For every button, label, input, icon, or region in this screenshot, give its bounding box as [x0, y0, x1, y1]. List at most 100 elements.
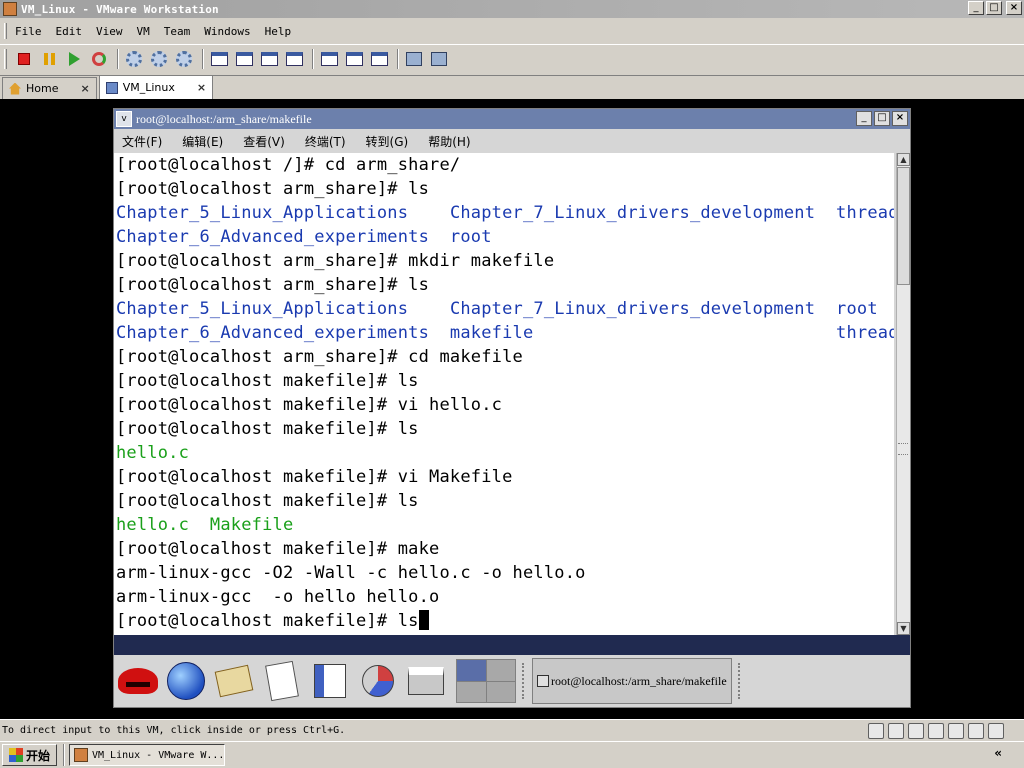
- terminal-line: [root@localhost arm_share]# mkdir makefi…: [116, 249, 892, 273]
- hard-disk-icon[interactable]: [868, 723, 884, 739]
- presentation-launcher[interactable]: [356, 659, 400, 703]
- spacing: [815, 299, 836, 319]
- panel-grip[interactable]: [522, 663, 526, 699]
- unity-button[interactable]: [283, 48, 305, 70]
- menu-help[interactable]: Help: [265, 25, 292, 38]
- vm-icon: [105, 81, 118, 94]
- team-power-button[interactable]: [403, 48, 425, 70]
- summary-view-button[interactable]: [343, 48, 365, 70]
- snapshot-icon: [126, 50, 142, 67]
- reset-button[interactable]: [88, 48, 110, 70]
- workspace-2[interactable]: [486, 660, 515, 681]
- snapshot-manager-button[interactable]: [173, 48, 195, 70]
- terminal-titlebar[interactable]: v root@localhost:/arm_share/makefile _ □…: [114, 109, 910, 129]
- cd-rom-icon[interactable]: [888, 723, 904, 739]
- message-log-icon[interactable]: [988, 723, 1004, 739]
- menu-edit[interactable]: Edit: [56, 25, 83, 38]
- revert-button[interactable]: [148, 48, 170, 70]
- host-task-label: VM_Linux - VMware W...: [91, 749, 225, 761]
- host-task-button[interactable]: VM_Linux - VMware W...: [69, 744, 226, 766]
- tab-close-button[interactable]: ×: [197, 81, 206, 94]
- snapshot-button[interactable]: [123, 48, 145, 70]
- start-label: 开始: [26, 748, 51, 763]
- terminal-text: [root@localhost makefile]# ls: [116, 419, 419, 439]
- terminal-line: Chapter_5_Linux_Applications Chapter_7_L…: [116, 297, 892, 321]
- print-manager-launcher[interactable]: [404, 659, 448, 703]
- console-view-button[interactable]: [318, 48, 340, 70]
- console-icon: [320, 51, 338, 66]
- host-taskbar: 开始 VM_Linux - VMware W... «: [0, 741, 1024, 768]
- tab-close-button[interactable]: ×: [80, 82, 89, 95]
- terminal-line: [root@localhost arm_share]# ls: [116, 177, 892, 201]
- summary-icon: [345, 51, 363, 66]
- tab-home[interactable]: Home ×: [2, 77, 97, 99]
- play-icon: [68, 51, 80, 66]
- guest-task-button[interactable]: root@localhost:/arm_share/makefile: [532, 658, 732, 704]
- sound-icon[interactable]: [968, 723, 984, 739]
- workspace-3[interactable]: [457, 681, 486, 702]
- appliance-view-button[interactable]: [368, 48, 390, 70]
- writer-launcher[interactable]: [260, 659, 304, 703]
- scroll-down-button[interactable]: ▼: [897, 622, 910, 635]
- directory-entry: Chapter_5_Linux_Applications: [116, 299, 409, 319]
- window-menu-icon[interactable]: v: [116, 111, 132, 127]
- terminal-text: [root@localhost /]# cd arm_share/: [116, 155, 461, 175]
- terminal-menu-view[interactable]: 查看(V): [243, 133, 285, 150]
- floppy-icon[interactable]: [908, 723, 924, 739]
- network-icon[interactable]: [928, 723, 944, 739]
- web-browser-launcher[interactable]: [164, 659, 208, 703]
- terminal-scrollbar[interactable]: ▲ ▼: [896, 153, 910, 635]
- email-launcher[interactable]: [212, 659, 256, 703]
- power-off-button[interactable]: [13, 48, 35, 70]
- terminal-line: Chapter_5_Linux_Applications Chapter_7_L…: [116, 201, 894, 225]
- terminal-maximize-button[interactable]: □: [874, 111, 890, 126]
- menu-vm[interactable]: VM: [137, 25, 150, 38]
- start-button[interactable]: 开始: [2, 744, 58, 766]
- show-sidebar-button[interactable]: [208, 48, 230, 70]
- scroll-thumb[interactable]: [897, 167, 910, 285]
- close-button[interactable]: ×: [1006, 1, 1022, 15]
- sidebar-icon: [210, 51, 228, 66]
- scroll-up-button[interactable]: ▲: [897, 153, 910, 166]
- terminal-menu-edit[interactable]: 编辑(E): [182, 133, 223, 150]
- menu-view[interactable]: View: [96, 25, 123, 38]
- file-entry: hello.c: [116, 443, 190, 463]
- terminal-close-button[interactable]: ×: [892, 111, 908, 126]
- menu-file[interactable]: File: [15, 25, 42, 38]
- spreadsheet-launcher[interactable]: [308, 659, 352, 703]
- tray-expand-button[interactable]: «: [994, 746, 1002, 760]
- toolbar-grip[interactable]: [4, 48, 7, 69]
- tab-vm-linux[interactable]: VM_Linux ×: [98, 75, 214, 99]
- suspend-button[interactable]: [38, 48, 60, 70]
- spacing: [408, 203, 450, 223]
- terminal-output[interactable]: [root@localhost /]# cd arm_share/ [root@l…: [114, 153, 894, 635]
- maximize-button[interactable]: □: [986, 1, 1002, 15]
- terminal-menu-help[interactable]: 帮助(H): [428, 133, 470, 150]
- menu-team[interactable]: Team: [164, 25, 191, 38]
- workspace-1[interactable]: [457, 660, 486, 681]
- workspace-switcher[interactable]: [456, 659, 516, 703]
- menubar-grip[interactable]: [4, 23, 7, 39]
- workspace-4[interactable]: [486, 681, 515, 702]
- team-settings-button[interactable]: [428, 48, 450, 70]
- terminal-minimize-button[interactable]: _: [856, 111, 872, 126]
- terminal-menu-go[interactable]: 转到(G): [366, 133, 409, 150]
- terminal-menu-terminal[interactable]: 终端(T): [305, 133, 346, 150]
- team-power-icon: [406, 51, 422, 66]
- document-icon: [265, 660, 299, 702]
- panel-grip[interactable]: [738, 663, 742, 699]
- minimize-button[interactable]: _: [968, 1, 984, 15]
- terminal-menu-file[interactable]: 文件(F): [122, 133, 162, 150]
- usb-icon[interactable]: [948, 723, 964, 739]
- directory-entry: makefile: [449, 323, 534, 343]
- menu-windows[interactable]: Windows: [204, 25, 250, 38]
- terminal-text: [root@localhost makefile]# ls: [116, 371, 419, 391]
- terminal-line: arm-linux-gcc -O2 -Wall -c hello.c -o he…: [116, 561, 892, 585]
- quick-switch-button[interactable]: [233, 48, 255, 70]
- app-title: VM_Linux - VMware Workstation: [21, 2, 219, 16]
- power-on-button[interactable]: [63, 48, 85, 70]
- red-hat-menu-button[interactable]: [116, 659, 160, 703]
- terminal-line: [root@localhost arm_share]# cd makefile: [116, 345, 892, 369]
- full-screen-button[interactable]: [258, 48, 280, 70]
- guest-panel: root@localhost:/arm_share/makefile: [114, 655, 910, 707]
